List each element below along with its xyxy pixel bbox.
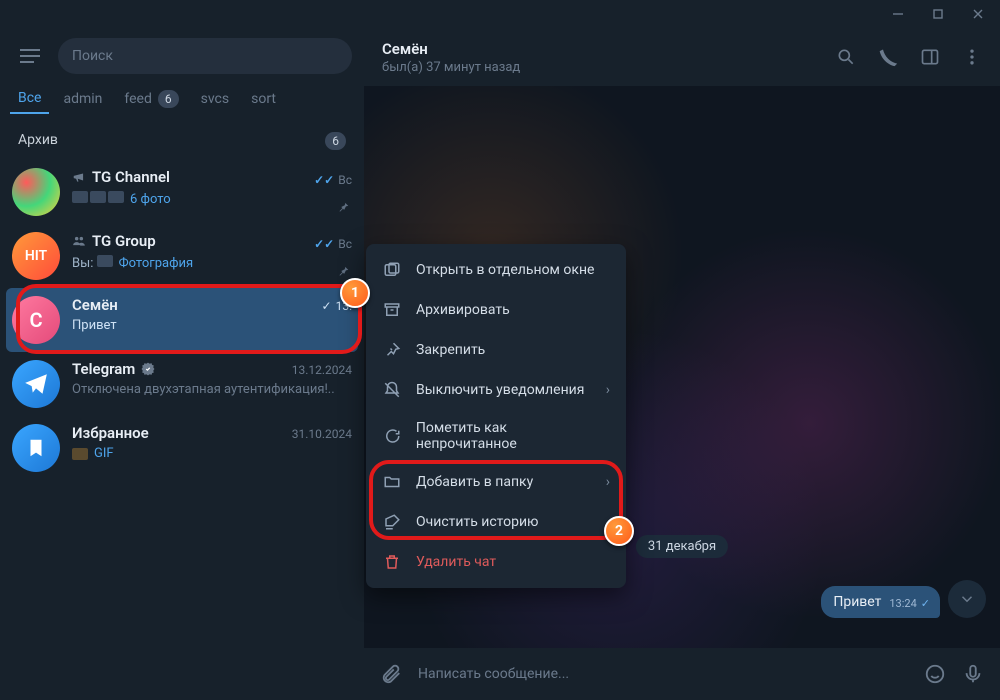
trash-icon bbox=[382, 552, 402, 572]
verified-icon bbox=[141, 362, 155, 376]
folder-tab-svcs[interactable]: svcs bbox=[193, 84, 237, 114]
pin-icon bbox=[336, 264, 350, 278]
read-ticks-icon: ✓✓ bbox=[314, 237, 334, 251]
avatar bbox=[12, 360, 60, 408]
avatar bbox=[12, 424, 60, 472]
scroll-to-bottom-button[interactable] bbox=[948, 580, 986, 618]
ctx-pin[interactable]: Закрепить bbox=[366, 330, 626, 370]
avatar: С bbox=[12, 296, 60, 344]
ctx-mark-unread[interactable]: Пометить как непрочитанное bbox=[366, 410, 626, 462]
sidebar-toggle-button[interactable] bbox=[920, 47, 940, 67]
pin-icon bbox=[382, 340, 402, 360]
avatar bbox=[12, 168, 60, 216]
ctx-clear-history[interactable]: Очистить историю bbox=[366, 502, 626, 542]
message-time: 13:24 bbox=[889, 597, 916, 610]
chat-header-name[interactable]: Семён bbox=[382, 40, 520, 58]
chat-item-semen[interactable]: С Семён ✓ 13: Привет bbox=[6, 288, 358, 352]
folder-tab-sort[interactable]: sort bbox=[243, 84, 284, 114]
menu-button[interactable] bbox=[12, 38, 48, 74]
window-minimize-button[interactable] bbox=[880, 2, 916, 26]
folder-tab-admin[interactable]: admin bbox=[55, 84, 110, 114]
date-separator: 31 декабря bbox=[636, 535, 728, 558]
window-maximize-button[interactable] bbox=[920, 2, 956, 26]
search-input[interactable]: Поиск bbox=[58, 38, 352, 74]
ctx-delete-chat[interactable]: Удалить чат bbox=[366, 542, 626, 582]
group-icon bbox=[72, 234, 86, 248]
avatar: HIT bbox=[12, 232, 60, 280]
folder-badge: 6 bbox=[158, 90, 179, 108]
folder-tab-all[interactable]: Все bbox=[10, 84, 49, 114]
bookmark-icon bbox=[25, 437, 47, 459]
mute-icon bbox=[382, 380, 402, 400]
attach-button[interactable] bbox=[380, 663, 402, 685]
chat-list: TG Channel ✓✓Вс 6 фото HIT TG Group bbox=[0, 160, 364, 700]
read-tick-icon: ✓ bbox=[921, 597, 930, 610]
ctx-archive[interactable]: Архивировать bbox=[366, 290, 626, 330]
more-button[interactable] bbox=[962, 47, 982, 67]
context-menu: Открыть в отдельном окне Архивировать За… bbox=[366, 244, 626, 588]
chat-header: Семён был(а) 37 минут назад bbox=[364, 28, 1000, 86]
read-ticks-icon: ✓✓ bbox=[314, 173, 334, 187]
archive-row[interactable]: Архив 6 bbox=[0, 122, 364, 160]
composer: Написать сообщение... bbox=[364, 648, 1000, 700]
message-text: Привет bbox=[833, 594, 881, 610]
message-bubble-outgoing[interactable]: Привет 13:24 ✓ bbox=[821, 586, 940, 618]
voice-button[interactable] bbox=[962, 663, 984, 685]
chat-header-status: был(а) 37 минут назад bbox=[382, 60, 520, 75]
chat-icon bbox=[382, 426, 402, 446]
window-titlebar bbox=[0, 0, 1000, 28]
message-input[interactable]: Написать сообщение... bbox=[418, 666, 908, 682]
megaphone-icon bbox=[72, 170, 86, 184]
call-button[interactable] bbox=[878, 47, 898, 67]
sidebar: Поиск Все admin feed6 svcs sort Архив 6 bbox=[0, 28, 364, 700]
folder-icon bbox=[382, 472, 402, 492]
emoji-button[interactable] bbox=[924, 663, 946, 685]
ctx-add-folder[interactable]: Добавить в папку › bbox=[366, 462, 626, 502]
archive-badge: 6 bbox=[325, 132, 346, 150]
archive-icon bbox=[382, 300, 402, 320]
search-in-chat-button[interactable] bbox=[836, 47, 856, 67]
folder-tab-feed[interactable]: feed6 bbox=[116, 84, 186, 114]
broom-icon bbox=[382, 512, 402, 532]
pin-icon bbox=[336, 200, 350, 214]
chat-item-tg-group[interactable]: HIT TG Group ✓✓Вс Вы: Фотография bbox=[0, 224, 364, 288]
chevron-right-icon: › bbox=[606, 382, 610, 398]
archive-label: Архив bbox=[18, 132, 58, 150]
ctx-mute[interactable]: Выключить уведомления › bbox=[366, 370, 626, 410]
chat-item-saved[interactable]: Избранное 31.10.2024 GIF bbox=[0, 416, 364, 480]
folder-tabs: Все admin feed6 svcs sort bbox=[0, 84, 364, 122]
chevron-right-icon: › bbox=[606, 474, 610, 490]
ctx-open-new-window[interactable]: Открыть в отдельном окне bbox=[366, 250, 626, 290]
chat-item-tg-channel[interactable]: TG Channel ✓✓Вс 6 фото bbox=[0, 160, 364, 224]
new-window-icon bbox=[382, 260, 402, 280]
chat-item-telegram[interactable]: Telegram 13.12.2024 Отключена двухэтапна… bbox=[0, 352, 364, 416]
window-close-button[interactable] bbox=[960, 2, 996, 26]
telegram-icon bbox=[23, 371, 49, 397]
search-placeholder: Поиск bbox=[72, 48, 113, 64]
